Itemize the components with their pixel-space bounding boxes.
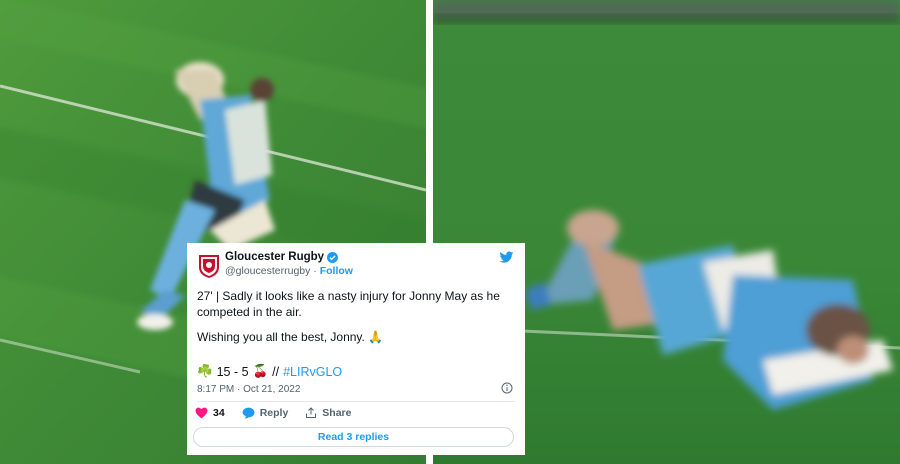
share-action[interactable]: Share xyxy=(305,407,351,419)
score-text: 15 - 5 xyxy=(216,364,249,379)
reply-action[interactable]: Reply xyxy=(242,407,289,419)
tweet-body: 27' | Sadly it looks like a nasty injury… xyxy=(197,289,517,356)
info-icon[interactable] xyxy=(501,382,513,394)
author-name-row: Gloucester Rugby xyxy=(225,251,339,263)
hashtag-link[interactable]: #LIRvGLO xyxy=(283,365,342,379)
tweet-text-line1: 27' | Sadly it looks like a nasty injury… xyxy=(197,289,500,319)
share-icon xyxy=(306,407,317,418)
read-replies-button[interactable]: Read 3 replies xyxy=(193,427,514,447)
tweet-divider xyxy=(197,401,515,402)
heart-icon xyxy=(195,407,208,419)
tweet-card: Gloucester Rugby @gloucesterrugby · Foll… xyxy=(187,243,525,455)
gloucester-crest-icon[interactable] xyxy=(197,253,221,279)
cherries-emoji: 🍒 xyxy=(252,364,269,378)
like-count: 34 xyxy=(213,407,225,419)
author-handle-row: @gloucesterrugby · Follow xyxy=(225,265,353,277)
tweet-actions: 34 Reply Share xyxy=(195,407,368,419)
reply-bubble-icon xyxy=(242,407,255,419)
follow-button[interactable]: Follow xyxy=(320,265,353,277)
author-display-name[interactable]: Gloucester Rugby xyxy=(225,251,324,263)
twitter-bird-icon[interactable] xyxy=(499,251,514,264)
score-separator: // xyxy=(272,364,280,379)
tweet-timestamp[interactable]: 8:17 PM · Oct 21, 2022 xyxy=(197,384,300,395)
tweet-text-line2: Wishing you all the best, Jonny. 🙏 xyxy=(197,330,384,344)
like-action[interactable]: 34 xyxy=(195,407,225,419)
author-handle[interactable]: @gloucesterrugby xyxy=(225,265,310,277)
share-label: Share xyxy=(322,407,352,419)
score-line: ☘️ 15 - 5 🍒 // #LIRvGLO xyxy=(197,364,342,379)
verified-badge-icon xyxy=(327,251,339,263)
reply-label: Reply xyxy=(259,407,289,419)
shamrock-emoji: ☘️ xyxy=(197,364,213,378)
